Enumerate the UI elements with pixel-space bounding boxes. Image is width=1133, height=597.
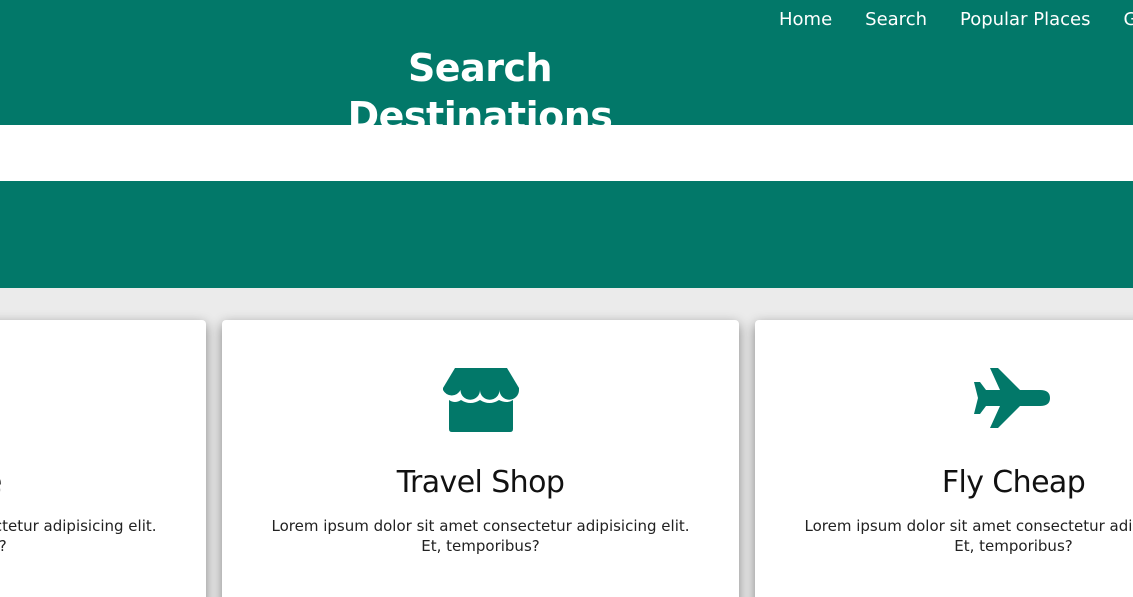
card-text: Lorem ipsum dolor sit amet consectetur a… xyxy=(804,517,1133,555)
card-text: Lorem ipsum dolor sit amet consectetur a… xyxy=(0,517,157,555)
feature-card-explore: Explore Lorem ipsum dolor sit amet conse… xyxy=(0,320,206,597)
hero-band xyxy=(0,181,1133,288)
storefront-icon xyxy=(222,364,739,436)
feature-card-fly-cheap: Fly Cheap Lorem ipsum dolor sit amet con… xyxy=(755,320,1133,597)
nav-search-link[interactable]: Search xyxy=(865,8,927,32)
main-nav: Home Search Popular Places Gallery xyxy=(779,8,1133,32)
card-title: Travel Shop xyxy=(396,465,565,500)
explore-icon xyxy=(0,364,206,436)
feature-card-travel-shop: Travel Shop Lorem ipsum dolor sit amet c… xyxy=(222,320,739,597)
nav-gallery-link[interactable]: Gallery xyxy=(1123,8,1133,32)
card-text: Lorem ipsum dolor sit amet consectetur a… xyxy=(271,517,690,555)
features-section: Explore Lorem ipsum dolor sit amet conse… xyxy=(0,288,1133,597)
card-title: Explore xyxy=(0,464,206,502)
nav-home-link[interactable]: Home xyxy=(779,8,832,32)
nav-popular-places-link[interactable]: Popular Places xyxy=(960,8,1090,32)
airplane-icon xyxy=(755,364,1133,436)
search-input[interactable] xyxy=(0,125,1133,181)
page-header: Home Search Popular Places Gallery Searc… xyxy=(0,0,1133,138)
card-title: Fly Cheap xyxy=(941,465,1086,500)
